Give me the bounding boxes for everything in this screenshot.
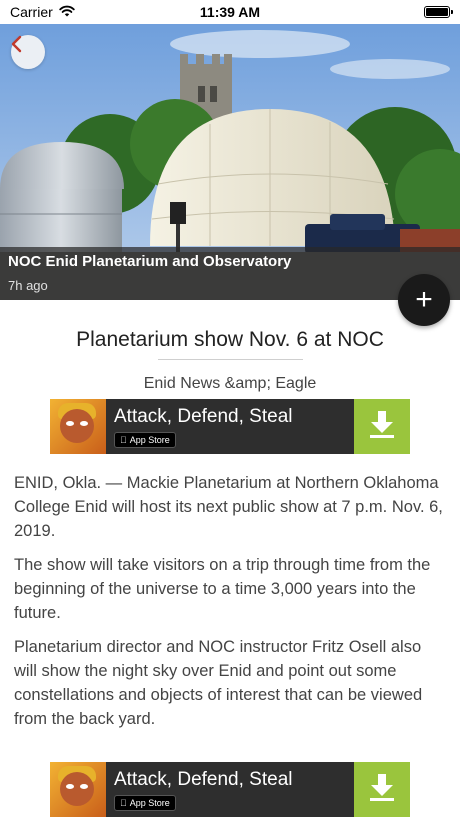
- download-button[interactable]: [354, 399, 410, 454]
- ad-title: Attack, Defend, Steal: [114, 768, 293, 790]
- ad-banner[interactable]: Attack, Defend, Steal  App Store: [50, 399, 410, 454]
- battery-icon: [424, 6, 453, 18]
- caption-time: 7h ago: [8, 278, 48, 293]
- game-icon: [50, 399, 106, 454]
- battery-fill: [426, 8, 448, 16]
- game-icon: [50, 762, 106, 817]
- paragraph: ENID, Okla. — Mackie Planetarium at Nort…: [14, 474, 443, 540]
- app-store-label: App Store: [123, 798, 170, 808]
- article-source: Enid News &amp; Eagle: [143, 375, 317, 392]
- hero-image: NOC Enid Planetarium and Observatory 7h …: [0, 24, 460, 300]
- ad-banner-bottom[interactable]: Attack, Defend, Steal  App Store: [50, 762, 410, 817]
- status-left: Carrier: [10, 4, 75, 20]
- ad-title: Attack, Defend, Steal: [114, 405, 293, 427]
- download-icon: [368, 409, 396, 444]
- caption-title: NOC Enid Planetarium and Observatory: [8, 253, 292, 270]
- paragraph: Planetarium director and NOC instructor …: [14, 638, 423, 728]
- app-store-badge:  App Store: [114, 431, 176, 448]
- back-button[interactable]: [11, 35, 45, 69]
- hero-caption: NOC Enid Planetarium and Observatory 7h …: [0, 247, 460, 300]
- plus-icon: +: [415, 283, 433, 316]
- add-button[interactable]: +: [398, 274, 450, 326]
- article-body: ENID, Okla. — Mackie Planetarium at Nort…: [14, 471, 448, 741]
- carrier-label: Carrier: [10, 4, 53, 20]
- app-store-badge:  App Store: [114, 794, 176, 811]
- paragraph: The show will take visitors on a trip th…: [14, 556, 431, 622]
- title-divider: [158, 359, 303, 360]
- status-bar: Carrier 11:39 AM: [0, 0, 460, 24]
- apple-icon: : [120, 798, 127, 808]
- apple-icon: : [120, 435, 127, 445]
- ad-text: Attack, Defend, Steal  App Store: [106, 769, 354, 811]
- ad-text: Attack, Defend, Steal  App Store: [106, 406, 354, 448]
- app-store-label: App Store: [123, 435, 170, 445]
- download-icon: [368, 772, 396, 807]
- article-title: Planetarium show Nov. 6 at NOC: [76, 328, 384, 351]
- wifi-icon: [59, 4, 75, 20]
- download-button[interactable]: [354, 762, 410, 817]
